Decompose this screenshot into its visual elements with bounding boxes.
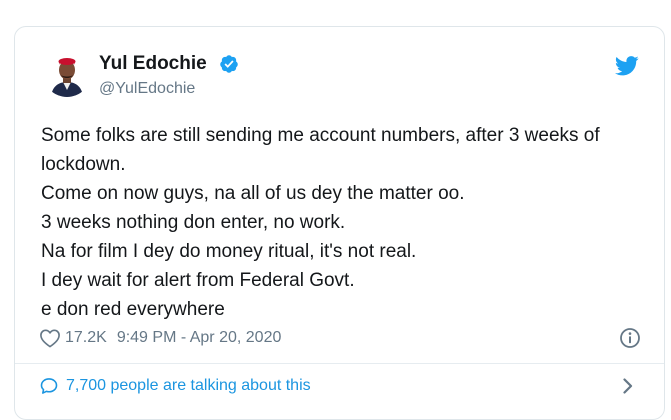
divider [15,363,664,364]
avatar[interactable] [43,49,91,97]
tweet-text-line: Come on now guys, na all of us dey the m… [41,183,465,204]
twitter-bird-icon[interactable] [615,56,639,76]
avatar-image [43,49,91,97]
conversation-label: 7,700 people are talking about this [66,377,311,394]
tweet-text-line: Na for film I dey do money ritual, it's … [41,241,417,262]
conversation-link[interactable]: 7,700 people are talking about this [39,375,311,397]
tweet-text: Some folks are still sending me account … [41,121,641,324]
tweet-card: Yul Edochie @YulEdochie Some folks are s… [14,26,665,420]
tweet-text-line: I dey wait for alert from Federal Govt. [41,270,355,291]
verified-badge-icon [220,55,238,73]
tweet-text-line: e don red everywhere [41,299,225,320]
info-circle-icon[interactable] [619,327,641,349]
tweet-text-line: Some folks are still sending me account … [41,125,600,146]
heart-outline-icon [40,329,60,348]
speech-bubble-icon [40,378,58,394]
tweet-meta: 17.2K 9:49 PM - Apr 20, 2020 [39,327,281,349]
display-name[interactable]: Yul Edochie [99,53,207,75]
tweet-text-line: lockdown. [41,154,126,175]
chevron-right-icon[interactable] [621,377,635,395]
user-handle[interactable]: @YulEdochie [99,79,195,99]
tweet-text-line: 3 weeks nothing don enter, no work. [41,212,346,233]
like-count: 17.2K [65,329,107,346]
tweet-timestamp[interactable]: 9:49 PM - Apr 20, 2020 [117,329,282,347]
like-button[interactable]: 17.2K [39,328,107,348]
